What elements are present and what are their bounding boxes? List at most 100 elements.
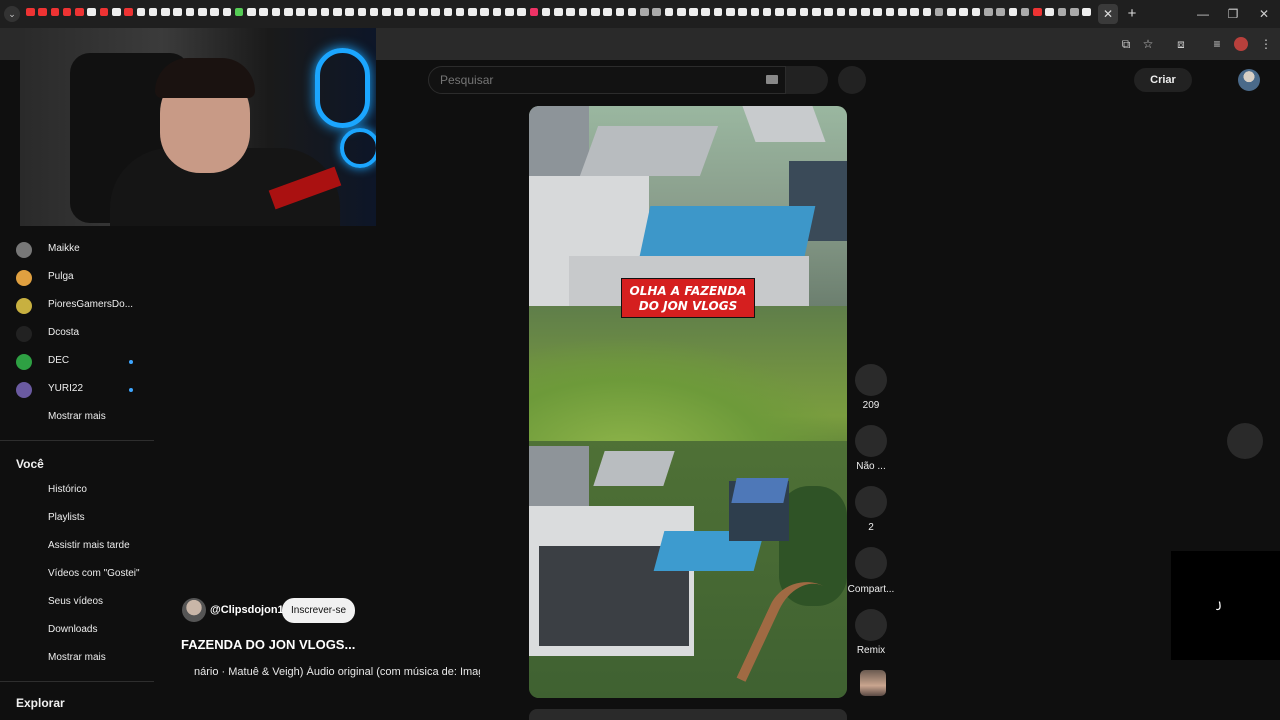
tab-favicon-icon[interactable] [124,8,133,16]
tab-favicon-icon[interactable] [455,8,465,16]
sidebar-item-history[interactable]: Histórico [16,481,146,501]
tab-favicon-icon[interactable] [1020,8,1030,16]
tab-favicon-icon[interactable] [652,8,661,16]
channel-avatar[interactable] [182,598,206,622]
sidebar-item-show-more[interactable]: Mostrar mais [16,649,146,669]
account-avatar[interactable] [1238,69,1260,91]
install-app-icon[interactable]: ⧉ [1118,36,1134,52]
create-button[interactable]: Criar [1134,68,1192,92]
tab-close-icon[interactable]: ✕ [1098,4,1118,24]
tab-favicon-icon[interactable] [640,8,649,16]
sidebar-item-pioresgamers[interactable]: PioresGamersDo... [16,296,146,316]
tab-favicon-icon[interactable] [1045,8,1054,16]
new-tab-button[interactable]: + [1122,4,1142,24]
tab-favicon-icon[interactable] [75,8,84,16]
tab-favicon-icon[interactable] [615,8,625,16]
tab-favicon-icon[interactable] [197,8,207,16]
subscribe-button[interactable]: Inscrever-se [282,598,355,623]
minimize-icon[interactable]: — [1188,4,1218,24]
channel-name[interactable]: @Clipsdojon1 [210,604,284,616]
tab-favicon-icon[interactable] [713,8,723,16]
tab-favicon-icon[interactable] [357,8,367,16]
browser-menu-icon[interactable]: ⋮ [1258,36,1274,52]
sidebar-item-your-videos[interactable]: Seus vídeos [16,593,146,613]
tab-favicon-icon[interactable] [590,8,600,16]
tab-favicon-icon[interactable] [111,8,121,16]
sidebar-item-maikke[interactable]: Maikke [16,240,146,260]
tab-favicon-icon[interactable] [885,8,895,16]
tab-favicon-icon[interactable] [333,8,342,16]
sidebar-item-watch-later[interactable]: Assistir mais tarde [16,537,146,557]
tab-favicon-icon[interactable] [161,8,170,16]
tab-favicon-icon[interactable] [701,8,711,16]
tab-favicon-icon[interactable] [627,8,637,16]
tab-favicon-icon[interactable] [259,8,268,16]
tab-favicon-icon[interactable] [787,8,797,16]
search-input[interactable] [429,67,749,93]
tab-favicon-icon[interactable] [382,8,391,16]
tab-favicon-icon[interactable] [320,8,330,16]
tab-favicon-icon[interactable] [1033,8,1042,16]
tab-favicon-icon[interactable] [234,8,244,16]
media-control-icon[interactable]: ≡ [1209,36,1225,52]
comments-button[interactable] [855,486,887,518]
tab-favicon-icon[interactable] [971,8,981,16]
tab-favicon-icon[interactable] [738,8,747,16]
tab-favicon-icon[interactable] [566,8,575,16]
tab-favicon-icon[interactable] [283,8,293,16]
tab-favicon-icon[interactable] [1069,8,1079,16]
tab-favicon-icon[interactable] [897,8,907,16]
sidebar-item-downloads[interactable]: Downloads [16,621,146,641]
tab-favicon-icon[interactable] [824,8,833,16]
tab-favicon-icon[interactable] [1057,8,1067,16]
tab-favicon-icon[interactable] [504,8,514,16]
tab-favicon-icon[interactable] [775,8,784,16]
tab-favicon-icon[interactable] [750,8,760,16]
tab-favicon-icon[interactable] [517,8,526,16]
tab-favicon-icon[interactable] [62,8,72,16]
tab-favicon-icon[interactable] [812,8,821,16]
sidebar-show-more-subscriptions[interactable]: Mostrar mais [16,408,146,428]
video-title[interactable]: FAZENDA DO JON VLOGS... [181,637,355,652]
tab-favicon-icon[interactable] [836,8,846,16]
share-button[interactable] [855,547,887,579]
next-short-button[interactable] [1227,423,1263,459]
sidebar-item-playlists[interactable]: Playlists [16,509,146,529]
tab-favicon-icon[interactable] [934,8,944,16]
tab-favicon-icon[interactable] [529,8,539,16]
tab-favicon-icon[interactable] [247,8,256,16]
tab-favicon-icon[interactable] [983,8,993,16]
keyboard-icon[interactable] [766,75,778,84]
tab-favicon-icon[interactable] [848,8,858,16]
tab-favicon-icon[interactable] [369,8,379,16]
tab-favicon-icon[interactable] [99,8,109,16]
sidebar-item-dcosta[interactable]: Dcosta [16,324,146,344]
tab-search-icon[interactable]: ⌄ [4,6,20,22]
tab-favicon-icon[interactable] [554,8,563,16]
window-close-icon[interactable]: ✕ [1249,4,1279,24]
tab-favicon-icon[interactable] [419,8,428,16]
tab-favicon-icon[interactable] [799,8,809,16]
tab-favicon-icon[interactable] [861,8,870,16]
tab-favicon-icon[interactable] [87,8,96,16]
tab-favicon-icon[interactable] [910,8,919,16]
sidebar-item-liked-videos[interactable]: Vídeos com "Gostei" [16,565,146,585]
tab-favicon-icon[interactable] [222,8,232,16]
tab-favicon-icon[interactable] [996,8,1005,16]
tab-favicon-icon[interactable] [468,8,477,16]
tab-favicon-icon[interactable] [38,8,47,16]
tab-favicon-icon[interactable] [959,8,968,16]
tab-favicon-icon[interactable] [922,8,932,16]
tab-favicon-icon[interactable] [873,8,882,16]
tab-favicon-icon[interactable] [308,8,318,16]
tab-favicon-icon[interactable] [271,8,281,16]
tab-favicon-icon[interactable] [443,8,453,16]
tab-favicon-icon[interactable] [689,8,698,16]
sidebar-item-yuri22[interactable]: YURI22 [16,380,146,400]
tab-favicon-icon[interactable] [1008,8,1018,16]
tab-favicon-icon[interactable] [406,8,416,16]
section-heading-you[interactable]: Você [16,457,44,471]
tab-favicon-icon[interactable] [173,8,182,16]
dislike-button[interactable] [855,425,887,457]
tab-favicon-icon[interactable] [480,8,489,16]
